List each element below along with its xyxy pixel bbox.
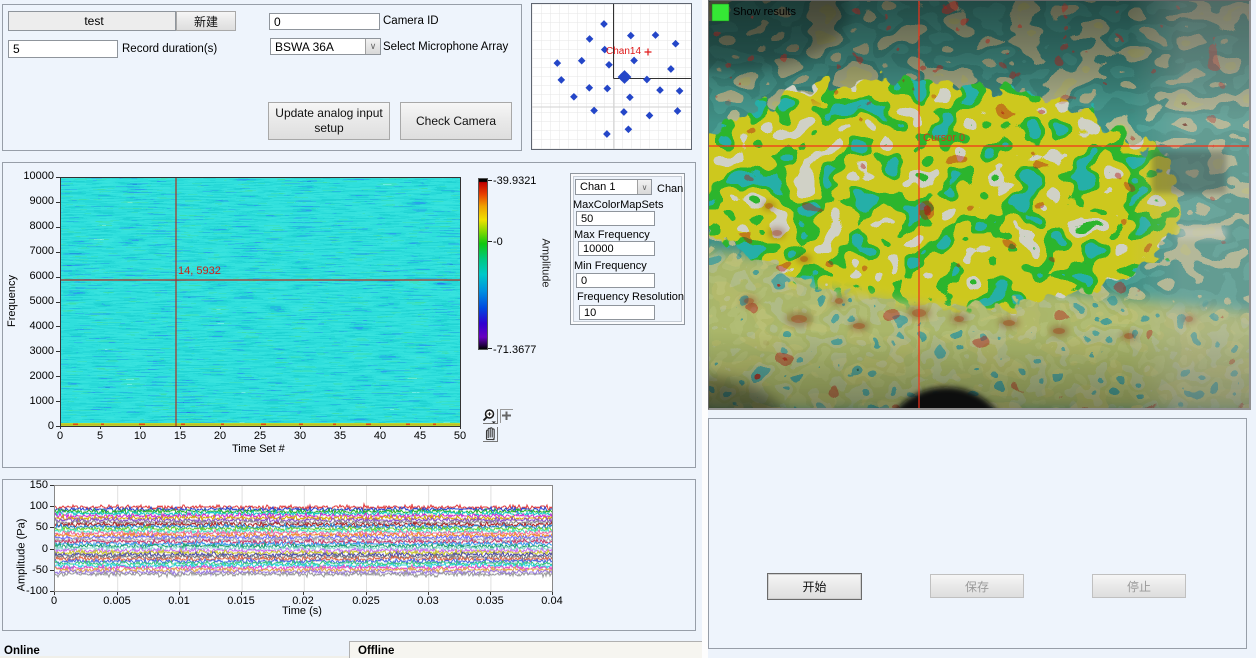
svg-text:14, 5932: 14, 5932 <box>178 265 221 277</box>
svg-text:Cursor 0: Cursor 0 <box>923 132 965 144</box>
svg-text:Show results: Show results <box>733 6 796 18</box>
svg-text:Chan14: Chan14 <box>606 46 641 57</box>
